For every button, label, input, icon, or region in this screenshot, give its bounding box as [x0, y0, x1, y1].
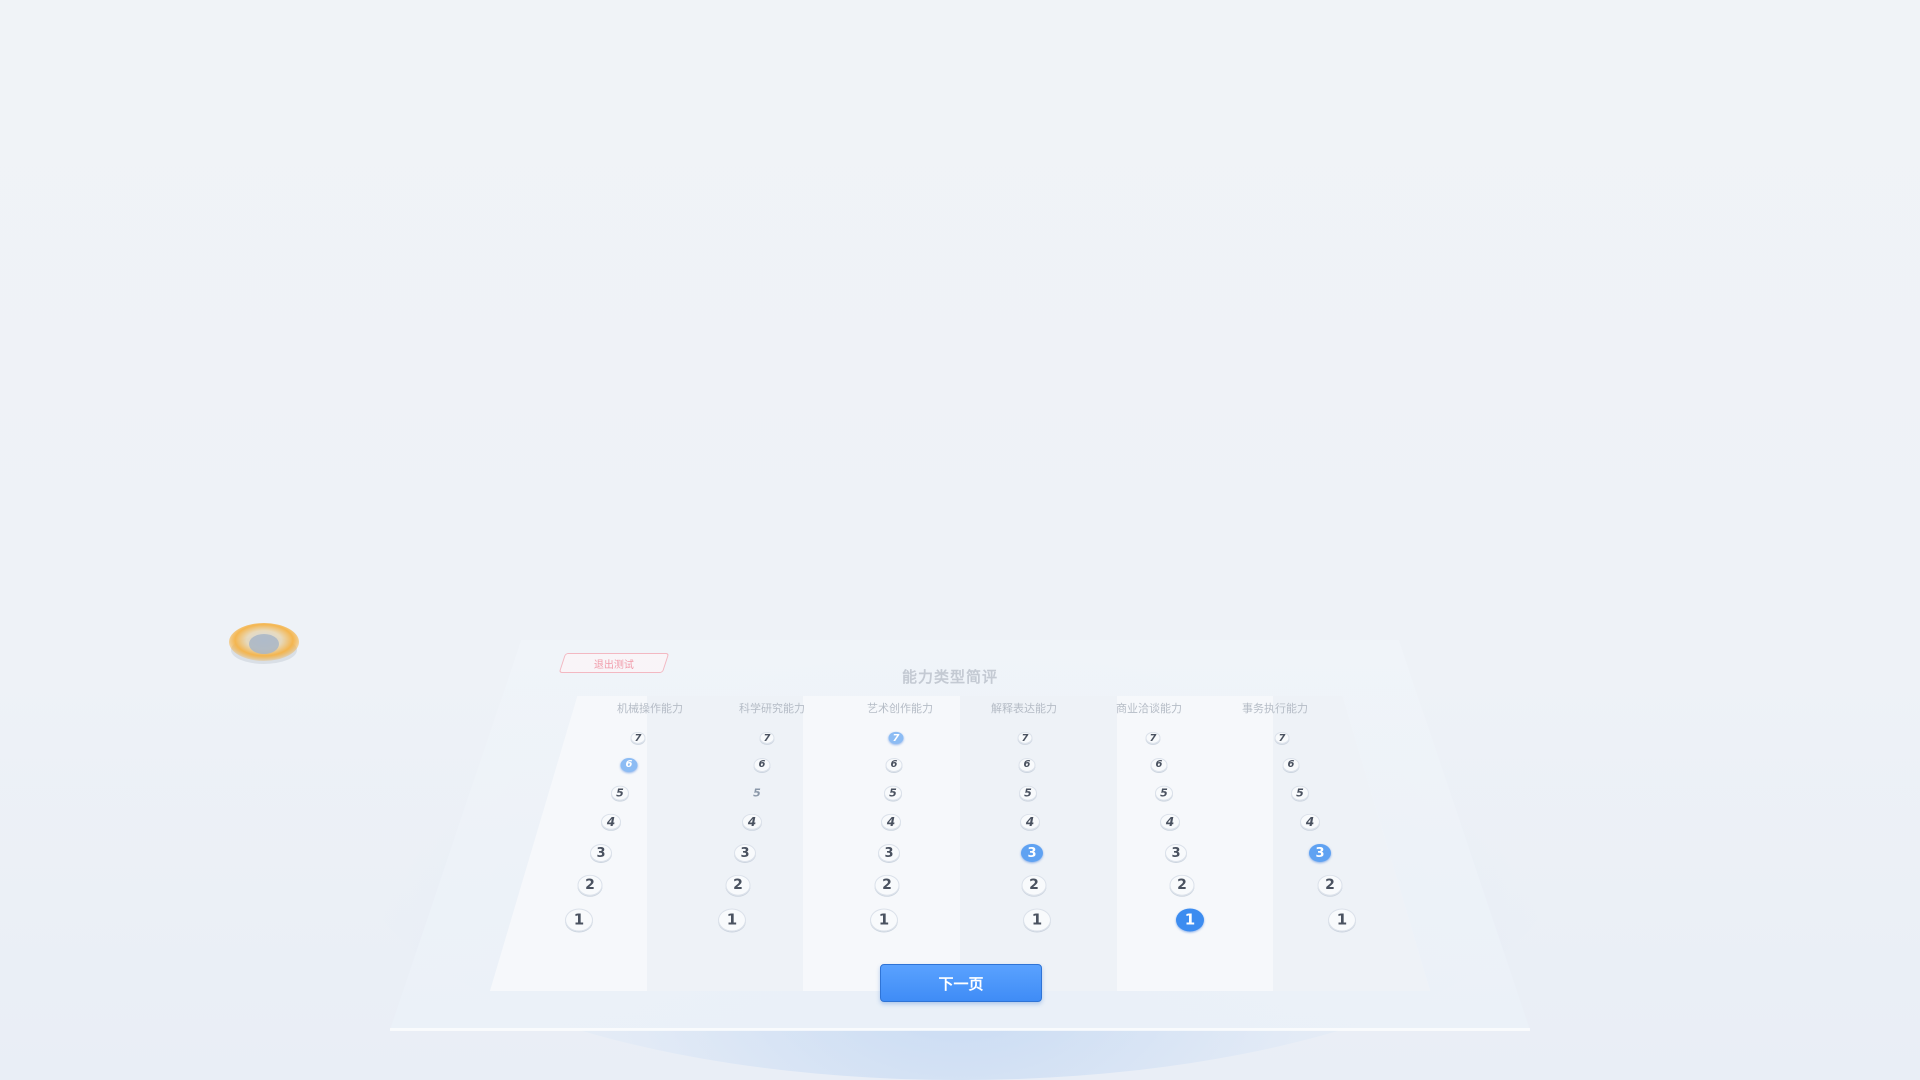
rating-option[interactable]: 3 — [734, 843, 756, 863]
rating-option-selected[interactable]: 3 — [1309, 843, 1331, 863]
quit-test-label: 退出测试 — [594, 659, 634, 671]
rating-option[interactable]: 6 — [1018, 758, 1036, 772]
column-stripe — [803, 696, 960, 991]
rating-option-selected[interactable]: 6 — [620, 758, 638, 772]
rating-option-selected[interactable]: 1 — [1176, 908, 1204, 932]
rating-option[interactable]: 6 — [1150, 758, 1168, 772]
rating-option[interactable]: 5 — [1155, 785, 1173, 801]
column-header: 机械操作能力 — [617, 702, 683, 715]
rating-option[interactable]: 3 — [590, 843, 612, 863]
rating-option-selected[interactable]: 3 — [1021, 843, 1043, 863]
rating-option[interactable]: 2 — [1169, 874, 1195, 896]
rating-option[interactable]: 5 — [884, 785, 902, 801]
rating-option[interactable]: 2 — [874, 874, 900, 896]
card-edge — [390, 1028, 1530, 1031]
rating-option[interactable]: 5 — [611, 785, 629, 801]
page-title: 能力类型简评 — [901, 668, 998, 686]
rating-option[interactable]: 6 — [753, 758, 771, 772]
column-stripe — [1116, 696, 1274, 991]
rating-option[interactable]: 2 — [1317, 874, 1343, 896]
column-stripe — [960, 696, 1117, 991]
column-stripe — [646, 696, 804, 991]
rating-option[interactable]: 3 — [878, 843, 900, 863]
rating-option[interactable]: 2 — [1021, 874, 1047, 896]
cursor-hover-ring — [229, 623, 299, 664]
rating-option[interactable]: 5 — [1019, 785, 1037, 801]
rating-option[interactable]: 6 — [885, 758, 903, 772]
column-header: 事务执行能力 — [1242, 702, 1308, 715]
column-header: 艺术创作能力 — [867, 702, 933, 715]
rating-option[interactable]: 2 — [577, 874, 603, 896]
screen: 退出测试 能力类型简评 机械操作能力 7 6 5 4 3 2 1 科学研究能力 7 6 5 4 3 2 1 艺术… — [0, 0, 1920, 1080]
rating-option[interactable]: 1 — [565, 908, 593, 932]
rating-option[interactable]: 6 — [1282, 758, 1300, 772]
next-page-button[interactable]: 下一页 — [880, 964, 1042, 1002]
rating-option[interactable]: 1 — [718, 908, 746, 932]
quit-test-button[interactable]: 退出测试 — [558, 653, 670, 673]
column-header: 解释表达能力 — [991, 702, 1057, 715]
rating-option[interactable]: 3 — [1165, 843, 1187, 863]
next-page-label: 下一页 — [938, 974, 984, 993]
column-header: 科学研究能力 — [739, 702, 805, 715]
rating-option[interactable]: 1 — [1328, 908, 1356, 932]
rating-option[interactable]: 1 — [1023, 908, 1051, 932]
rating-option[interactable]: 1 — [870, 908, 898, 932]
rating-option[interactable]: 5 — [1291, 785, 1309, 801]
rating-option[interactable]: 2 — [725, 874, 751, 896]
column-header: 商业洽谈能力 — [1116, 702, 1182, 715]
rating-option-selected[interactable]: 5 — [748, 786, 766, 801]
